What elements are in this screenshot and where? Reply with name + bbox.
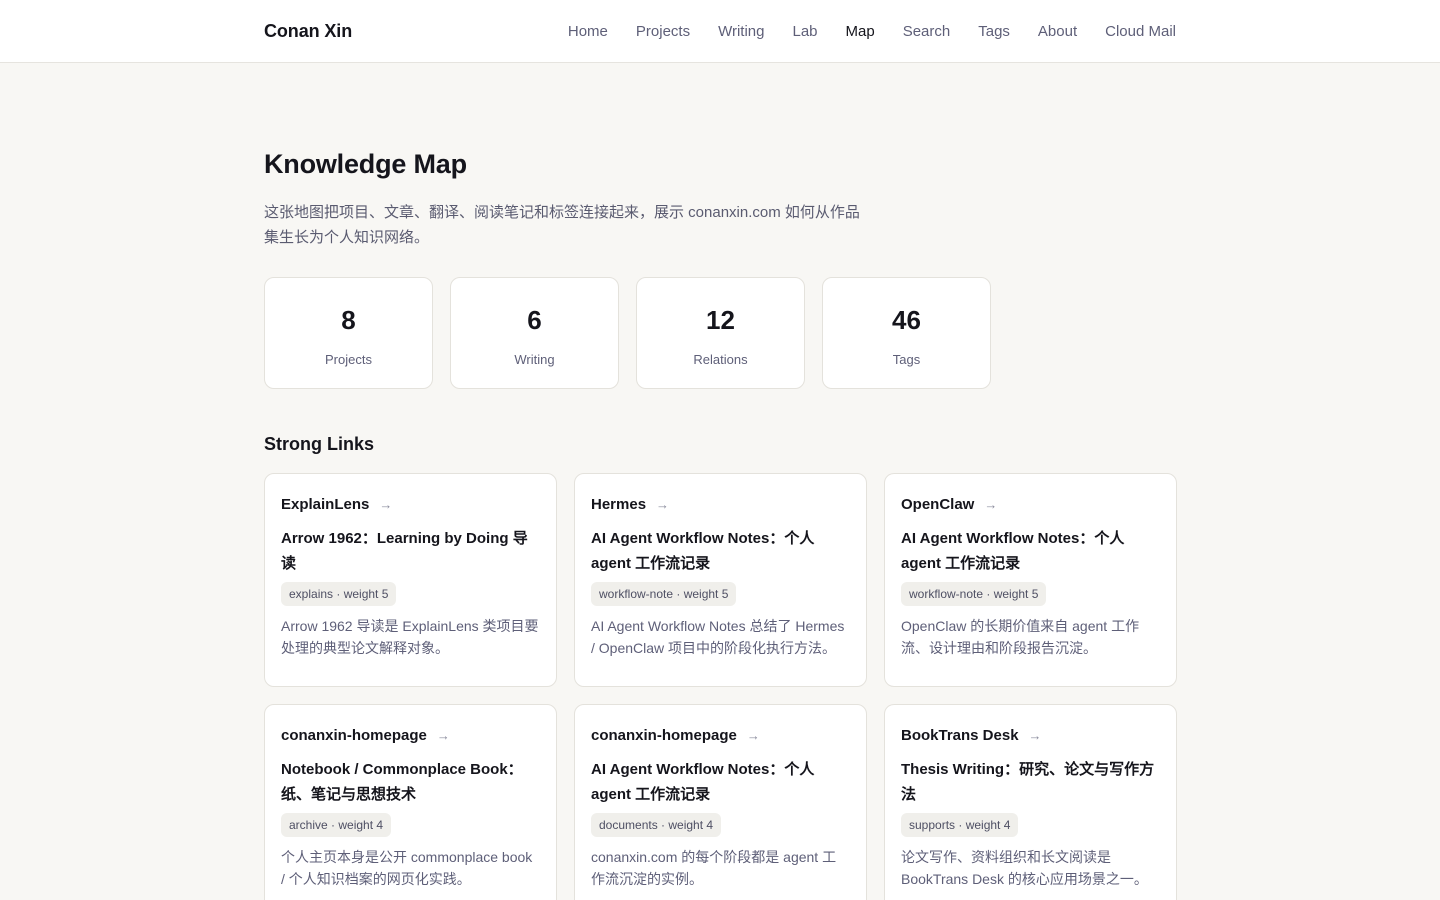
main-nav: Home Projects Writing Lab Map Search Tag… bbox=[568, 23, 1176, 40]
stat-value: 46 bbox=[892, 305, 921, 335]
arrow-right-icon: → bbox=[984, 496, 998, 512]
stat-label: Tags bbox=[892, 352, 921, 367]
link-target-title: AI Agent Workflow Notes：个人 agent 工作流记录 bbox=[901, 530, 1125, 572]
nav-cloud-mail-link[interactable]: Cloud Mail bbox=[1105, 23, 1176, 40]
link-description: 个人主页本身是公开 commonplace book / 个人知识档案的网页化实… bbox=[281, 849, 533, 887]
link-card[interactable]: Hermes → AI Agent Workflow Notes：个人 agen… bbox=[574, 473, 867, 687]
link-description: conanxin.com 的每个阶段都是 agent 工作流沉淀的实例。 bbox=[591, 849, 837, 887]
nav-map-link[interactable]: Map bbox=[846, 23, 875, 40]
link-card-head: ExplainLens → bbox=[281, 495, 540, 513]
link-card-head: conanxin-homepage → bbox=[281, 726, 540, 744]
stat-card-relations: 12 Relations bbox=[636, 277, 805, 389]
stat-card-projects: 8 Projects bbox=[264, 277, 433, 389]
nav-home-link[interactable]: Home bbox=[568, 23, 608, 40]
link-source: OpenClaw bbox=[901, 495, 975, 513]
link-card[interactable]: BookTrans Desk → Thesis Writing：研究、论文与写作… bbox=[884, 704, 1177, 900]
nav-tags-link[interactable]: Tags bbox=[978, 23, 1010, 40]
strong-links-grid: ExplainLens → Arrow 1962：Learning by Doi… bbox=[264, 473, 1177, 900]
arrow-right-icon: → bbox=[1028, 727, 1042, 743]
link-description: OpenClaw 的长期价值来自 agent 工作流、设计理由和阶段报告沉淀。 bbox=[901, 618, 1140, 656]
site-brand-link[interactable]: Conan Xin bbox=[264, 21, 352, 42]
arrow-right-icon: → bbox=[656, 496, 670, 512]
relation-badge: documents · weight 4 bbox=[591, 813, 722, 837]
nav-projects-link[interactable]: Projects bbox=[636, 23, 690, 40]
arrow-right-icon: → bbox=[436, 727, 450, 743]
arrow-right-icon: → bbox=[746, 727, 760, 743]
link-card[interactable]: OpenClaw → AI Agent Workflow Notes：个人 ag… bbox=[884, 473, 1177, 687]
link-source: conanxin-homepage bbox=[591, 726, 737, 744]
nav-about-link[interactable]: About bbox=[1038, 23, 1077, 40]
link-target-title: AI Agent Workflow Notes：个人 agent 工作流记录 bbox=[591, 530, 815, 572]
link-card-head: OpenClaw → bbox=[901, 495, 1160, 513]
relation-badge: supports · weight 4 bbox=[901, 813, 1019, 837]
link-description: AI Agent Workflow Notes 总结了 Hermes / Ope… bbox=[591, 618, 845, 656]
top-bar: Conan Xin Home Projects Writing Lab Map … bbox=[0, 0, 1440, 63]
stats-row: 8 Projects 6 Writing 12 Relations 46 Tag… bbox=[264, 277, 1176, 389]
top-bar-inner: Conan Xin Home Projects Writing Lab Map … bbox=[264, 0, 1176, 62]
relation-badge: workflow-note · weight 5 bbox=[901, 582, 1047, 606]
relation-badge: explains · weight 5 bbox=[281, 582, 397, 606]
arrow-right-icon: → bbox=[379, 496, 393, 512]
nav-search-link[interactable]: Search bbox=[903, 23, 951, 40]
stat-card-writing: 6 Writing bbox=[450, 277, 619, 389]
link-target-title: Notebook / Commonplace Book：纸、笔记与思想技术 bbox=[281, 761, 523, 803]
page-intro: 这张地图把项目、文章、翻译、阅读笔记和标签连接起来，展示 conanxin.co… bbox=[264, 204, 860, 246]
stat-value: 6 bbox=[527, 305, 542, 335]
link-description: Arrow 1962 导读是 ExplainLens 类项目要处理的典型论文解释… bbox=[281, 618, 539, 656]
link-card-head: conanxin-homepage → bbox=[591, 726, 850, 744]
link-target-title: Arrow 1962：Learning by Doing 导读 bbox=[281, 530, 528, 572]
nav-writing-link[interactable]: Writing bbox=[718, 23, 764, 40]
strong-links-heading: Strong Links bbox=[264, 434, 375, 454]
link-source: ExplainLens bbox=[281, 495, 370, 513]
page-title: Knowledge Map bbox=[264, 149, 467, 179]
link-source: conanxin-homepage bbox=[281, 726, 427, 744]
stat-label: Relations bbox=[693, 352, 748, 367]
relation-badge: archive · weight 4 bbox=[281, 813, 392, 837]
stat-card-tags: 46 Tags bbox=[822, 277, 991, 389]
link-source: Hermes bbox=[591, 495, 647, 513]
link-card-head: BookTrans Desk → bbox=[901, 726, 1160, 744]
link-card[interactable]: conanxin-homepage → Notebook / Commonpla… bbox=[264, 704, 557, 900]
link-card-head: Hermes → bbox=[591, 495, 850, 513]
stat-value: 8 bbox=[341, 305, 356, 335]
nav-lab-link[interactable]: Lab bbox=[792, 23, 817, 40]
link-target-title: AI Agent Workflow Notes：个人 agent 工作流记录 bbox=[591, 761, 815, 803]
link-description: 论文写作、资料组织和长文阅读是 BookTrans Desk 的核心应用场景之一… bbox=[901, 849, 1148, 887]
link-source: BookTrans Desk bbox=[901, 726, 1019, 744]
link-target-title: Thesis Writing：研究、论文与写作方法 bbox=[901, 761, 1155, 803]
relation-badge: workflow-note · weight 5 bbox=[591, 582, 737, 606]
stat-value: 12 bbox=[706, 305, 735, 335]
stat-label: Writing bbox=[514, 352, 555, 367]
link-card[interactable]: conanxin-homepage → AI Agent Workflow No… bbox=[574, 704, 867, 900]
main-content: Knowledge Map 这张地图把项目、文章、翻译、阅读笔记和标签连接起来，… bbox=[264, 63, 1177, 900]
link-card[interactable]: ExplainLens → Arrow 1962：Learning by Doi… bbox=[264, 473, 557, 687]
stat-label: Projects bbox=[325, 352, 372, 367]
